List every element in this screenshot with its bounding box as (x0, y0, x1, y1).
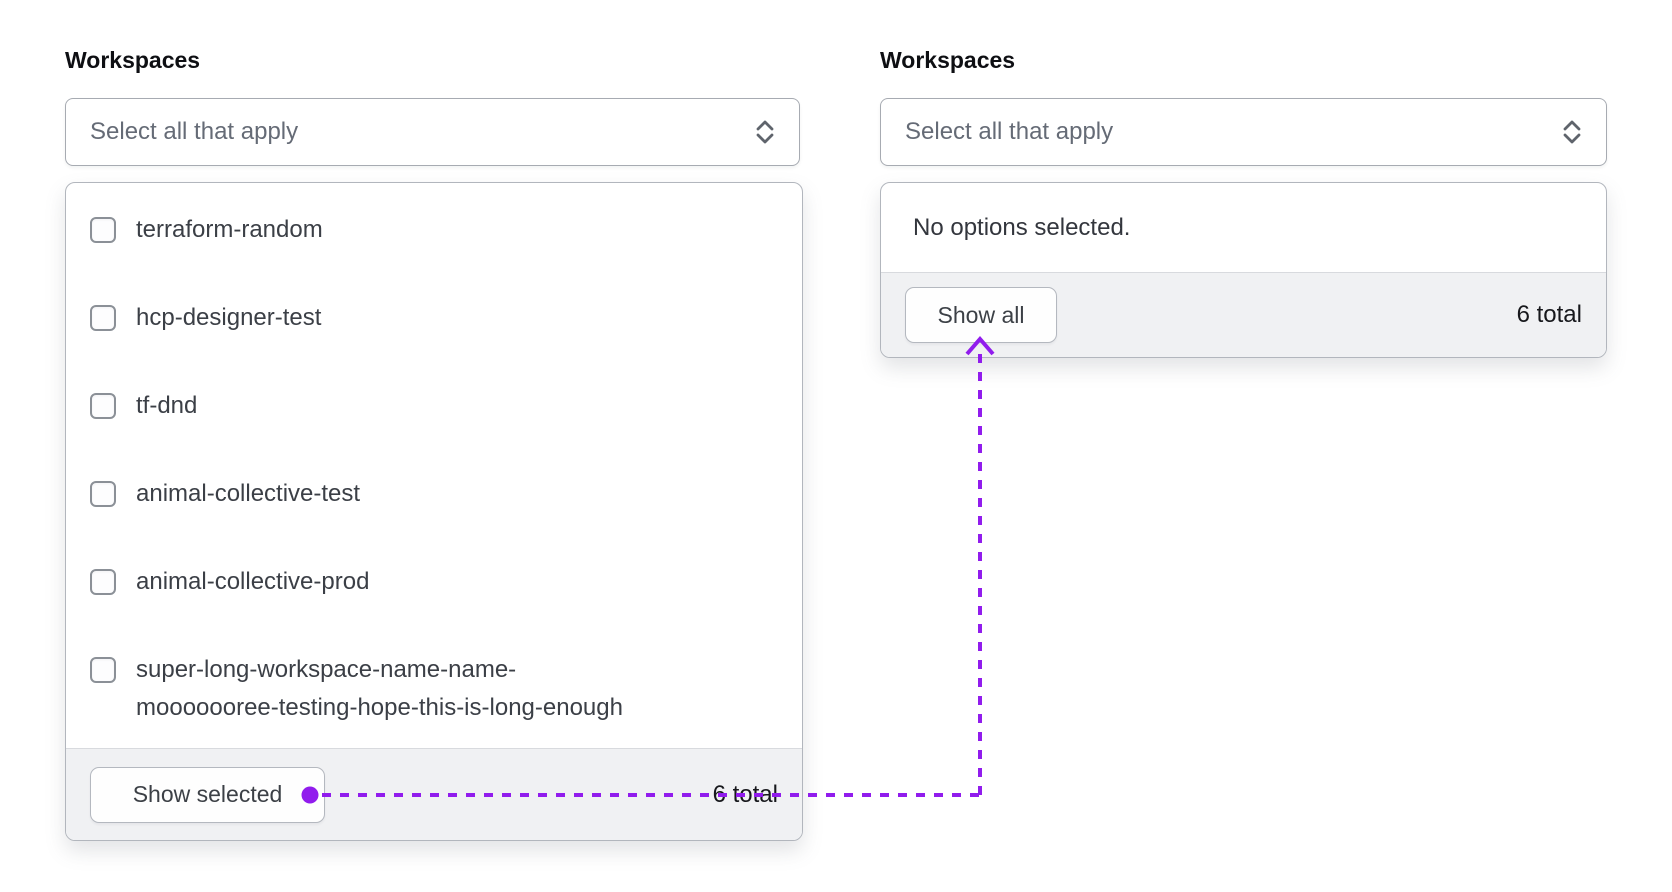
left-total-count: 6 total (712, 780, 778, 808)
checkbox-unchecked[interactable] (90, 393, 116, 419)
right-total-count: 6 total (1516, 301, 1582, 328)
option-hcp-designer-test[interactable]: hcp-designer-test (90, 299, 778, 337)
left-trigger-placeholder: Select all that apply (90, 118, 299, 145)
checkbox-unchecked[interactable] (90, 481, 116, 507)
checkbox-unchecked[interactable] (90, 305, 116, 331)
option-label: tf-dnd (136, 392, 198, 419)
right-field-label: Workspaces (880, 47, 1016, 73)
option-label: hcp-designer-test (136, 304, 322, 331)
option-label: animal-collective-prod (136, 568, 370, 595)
option-animal-collective-test[interactable]: animal-collective-test (90, 475, 778, 513)
left-dropdown-panel: terraform-random hcp-designer-test tf-dn… (65, 182, 803, 841)
empty-selection-message: No options selected. (913, 213, 1131, 241)
checkbox-unchecked[interactable] (90, 217, 116, 243)
option-label: super-long-workspace-name-name- moooooor… (136, 656, 623, 721)
caret-sort-icon (753, 117, 777, 147)
option-animal-collective-prod[interactable]: animal-collective-prod (90, 563, 778, 601)
left-field-label: Workspaces (65, 47, 201, 73)
option-label: animal-collective-test (136, 480, 361, 507)
left-multiselect: Workspaces Select all that apply terrafo… (65, 46, 803, 841)
right-select-trigger[interactable]: Select all that apply (880, 98, 1607, 166)
option-super-long-workspace[interactable]: super-long-workspace-name-name- moooooor… (90, 651, 778, 727)
options-list: terraform-random hcp-designer-test tf-dn… (66, 183, 802, 748)
left-dropdown-footer: Show selected 6 total (66, 748, 802, 840)
option-terraform-random[interactable]: terraform-random (90, 211, 778, 249)
show-selected-button[interactable]: Show selected (90, 766, 325, 823)
right-card-footer: Show all 6 total (881, 273, 1606, 357)
checkbox-unchecked[interactable] (90, 657, 116, 683)
right-selection-body: No options selected. (881, 183, 1606, 273)
option-label: terraform-random (136, 216, 323, 243)
right-trigger-placeholder: Select all that apply (905, 118, 1114, 145)
page: Workspaces Select all that apply terrafo… (0, 0, 1672, 892)
show-all-button[interactable]: Show all (905, 287, 1057, 343)
caret-sort-icon (1560, 117, 1584, 147)
option-tf-dnd[interactable]: tf-dnd (90, 387, 778, 425)
right-selection-card: No options selected. Show all 6 total (880, 182, 1607, 358)
left-select-trigger[interactable]: Select all that apply (65, 98, 800, 166)
checkbox-unchecked[interactable] (90, 569, 116, 595)
right-multiselect: Workspaces Select all that apply No opti… (880, 46, 1607, 358)
